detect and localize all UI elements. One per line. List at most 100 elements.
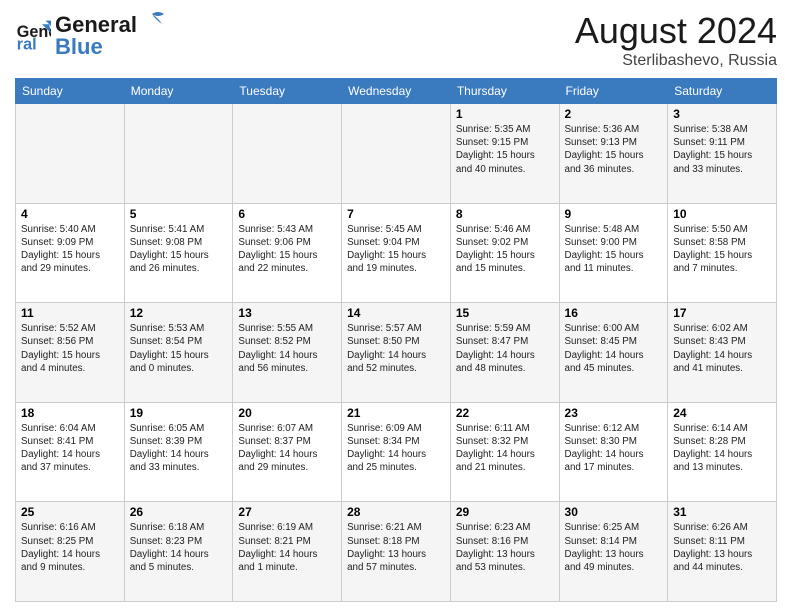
week-row-2: 4 Sunrise: 5:40 AM Sunset: 9:09 PM Daylig… <box>16 203 777 303</box>
day-cell: 27 Sunrise: 6:19 AM Sunset: 8:21 PM Dayli… <box>233 502 342 602</box>
day-cell: 24 Sunrise: 6:14 AM Sunset: 8:28 PM Dayli… <box>668 402 777 502</box>
col-friday: Friday <box>559 79 668 104</box>
logo: Gene ral General Blue <box>15 10 167 60</box>
day-number: 11 <box>21 306 119 320</box>
day-number: 16 <box>565 306 663 320</box>
day-number: 22 <box>456 406 554 420</box>
day-cell: 2 Sunrise: 5:36 AM Sunset: 9:13 PM Daylig… <box>559 104 668 204</box>
day-cell: 25Sunrise: 6:16 AM Sunset: 8:25 PM Dayli… <box>16 502 125 602</box>
day-info: Sunrise: 6:07 AM Sunset: 8:37 PM Dayligh… <box>238 422 336 475</box>
day-number: 9 <box>565 207 663 221</box>
day-number: 12 <box>130 306 228 320</box>
week-row-4: 18 Sunrise: 6:04 AM Sunset: 8:41 PM Dayli… <box>16 402 777 502</box>
day-cell <box>233 104 342 204</box>
day-cell: 6 Sunrise: 5:43 AM Sunset: 9:06 PM Daylig… <box>233 203 342 303</box>
day-number: 13 <box>238 306 336 320</box>
day-number: 19 <box>130 406 228 420</box>
title-area: August 2024 Sterlibashevo, Russia <box>575 10 777 70</box>
day-number: 8 <box>456 207 554 221</box>
day-cell: 30 Sunrise: 6:25 AM Sunset: 8:14 PM Dayli… <box>559 502 668 602</box>
logo-bird-icon <box>138 10 166 32</box>
day-info: Sunrise: 5:57 AM Sunset: 8:50 PM Dayligh… <box>347 322 445 375</box>
day-cell: 10 Sunrise: 5:50 AM Sunset: 8:58 PM Dayli… <box>668 203 777 303</box>
day-cell: 14 Sunrise: 5:57 AM Sunset: 8:50 PM Dayli… <box>342 303 451 403</box>
header: Gene ral General Blue August 2024 Sterli… <box>15 10 777 70</box>
day-cell: 9 Sunrise: 5:48 AM Sunset: 9:00 PM Daylig… <box>559 203 668 303</box>
day-cell: 19 Sunrise: 6:05 AM Sunset: 8:39 PM Dayli… <box>124 402 233 502</box>
day-info: Sunrise: 6:11 AM Sunset: 8:32 PM Dayligh… <box>456 422 554 475</box>
day-info: Sunrise: 6:16 AM Sunset: 8:25 PM Dayligh… <box>21 521 119 574</box>
day-info: Sunrise: 6:04 AM Sunset: 8:41 PM Dayligh… <box>21 422 119 475</box>
day-cell: 8 Sunrise: 5:46 AM Sunset: 9:02 PM Daylig… <box>450 203 559 303</box>
day-cell: 11 Sunrise: 5:52 AM Sunset: 8:56 PM Dayli… <box>16 303 125 403</box>
day-number: 15 <box>456 306 554 320</box>
day-cell: 20 Sunrise: 6:07 AM Sunset: 8:37 PM Dayli… <box>233 402 342 502</box>
day-info: Sunrise: 5:46 AM Sunset: 9:02 PM Dayligh… <box>456 223 554 276</box>
day-info: Sunrise: 5:43 AM Sunset: 9:06 PM Dayligh… <box>238 223 336 276</box>
day-info: Sunrise: 6:19 AM Sunset: 8:21 PM Dayligh… <box>238 521 336 574</box>
week-row-1: 1 Sunrise: 5:35 AM Sunset: 9:15 PM Daylig… <box>16 104 777 204</box>
day-number: 4 <box>21 207 119 221</box>
calendar-table: Sunday Monday Tuesday Wednesday Thursday… <box>15 78 777 602</box>
day-number: 2 <box>565 107 663 121</box>
day-info: Sunrise: 5:36 AM Sunset: 9:13 PM Dayligh… <box>565 123 663 176</box>
day-info: Sunrise: 6:18 AM Sunset: 8:23 PM Dayligh… <box>130 521 228 574</box>
day-info: Sunrise: 6:14 AM Sunset: 8:28 PM Dayligh… <box>673 422 771 475</box>
day-number: 20 <box>238 406 336 420</box>
title-location: Sterlibashevo, Russia <box>575 52 777 70</box>
day-cell: 31 Sunrise: 6:26 AM Sunset: 8:11 PM Dayli… <box>668 502 777 602</box>
day-number: 1 <box>456 107 554 121</box>
day-cell: 22 Sunrise: 6:11 AM Sunset: 8:32 PM Dayli… <box>450 402 559 502</box>
day-info: Sunrise: 5:48 AM Sunset: 9:00 PM Dayligh… <box>565 223 663 276</box>
day-number: 5 <box>130 207 228 221</box>
day-cell: 5 Sunrise: 5:41 AM Sunset: 9:08 PM Daylig… <box>124 203 233 303</box>
day-number: 26 <box>130 505 228 519</box>
col-thursday: Thursday <box>450 79 559 104</box>
day-cell: 12 Sunrise: 5:53 AM Sunset: 8:54 PM Dayli… <box>124 303 233 403</box>
day-info: Sunrise: 5:45 AM Sunset: 9:04 PM Dayligh… <box>347 223 445 276</box>
col-sunday: Sunday <box>16 79 125 104</box>
day-number: 14 <box>347 306 445 320</box>
day-cell: 18 Sunrise: 6:04 AM Sunset: 8:41 PM Dayli… <box>16 402 125 502</box>
day-info: Sunrise: 5:50 AM Sunset: 8:58 PM Dayligh… <box>673 223 771 276</box>
day-cell: 13 Sunrise: 5:55 AM Sunset: 8:52 PM Dayli… <box>233 303 342 403</box>
day-number: 30 <box>565 505 663 519</box>
day-cell: 17 Sunrise: 6:02 AM Sunset: 8:43 PM Dayli… <box>668 303 777 403</box>
day-cell <box>342 104 451 204</box>
day-number: 31 <box>673 505 771 519</box>
day-number: 6 <box>238 207 336 221</box>
day-info: Sunrise: 5:40 AM Sunset: 9:09 PM Dayligh… <box>21 223 119 276</box>
day-cell: 16Sunrise: 6:00 AM Sunset: 8:45 PM Dayli… <box>559 303 668 403</box>
day-info: Sunrise: 5:41 AM Sunset: 9:08 PM Dayligh… <box>130 223 228 276</box>
day-info: Sunrise: 6:12 AM Sunset: 8:30 PM Dayligh… <box>565 422 663 475</box>
day-number: 28 <box>347 505 445 519</box>
col-saturday: Saturday <box>668 79 777 104</box>
day-number: 17 <box>673 306 771 320</box>
day-cell <box>124 104 233 204</box>
col-wednesday: Wednesday <box>342 79 451 104</box>
day-number: 10 <box>673 207 771 221</box>
day-info: Sunrise: 5:59 AM Sunset: 8:47 PM Dayligh… <box>456 322 554 375</box>
day-number: 24 <box>673 406 771 420</box>
day-info: Sunrise: 5:52 AM Sunset: 8:56 PM Dayligh… <box>21 322 119 375</box>
day-info: Sunrise: 6:26 AM Sunset: 8:11 PM Dayligh… <box>673 521 771 574</box>
day-info: Sunrise: 6:25 AM Sunset: 8:14 PM Dayligh… <box>565 521 663 574</box>
day-cell: 28Sunrise: 6:21 AM Sunset: 8:18 PM Dayli… <box>342 502 451 602</box>
col-tuesday: Tuesday <box>233 79 342 104</box>
day-info: Sunrise: 5:53 AM Sunset: 8:54 PM Dayligh… <box>130 322 228 375</box>
day-cell <box>16 104 125 204</box>
day-number: 18 <box>21 406 119 420</box>
day-cell: 4 Sunrise: 5:40 AM Sunset: 9:09 PM Daylig… <box>16 203 125 303</box>
day-info: Sunrise: 6:02 AM Sunset: 8:43 PM Dayligh… <box>673 322 771 375</box>
day-cell: 23Sunrise: 6:12 AM Sunset: 8:30 PM Dayli… <box>559 402 668 502</box>
day-cell: 15 Sunrise: 5:59 AM Sunset: 8:47 PM Dayli… <box>450 303 559 403</box>
day-number: 27 <box>238 505 336 519</box>
day-info: Sunrise: 5:55 AM Sunset: 8:52 PM Dayligh… <box>238 322 336 375</box>
col-monday: Monday <box>124 79 233 104</box>
day-info: Sunrise: 6:05 AM Sunset: 8:39 PM Dayligh… <box>130 422 228 475</box>
day-info: Sunrise: 5:35 AM Sunset: 9:15 PM Dayligh… <box>456 123 554 176</box>
page: Gene ral General Blue August 2024 Sterli… <box>0 0 792 612</box>
day-cell: 26 Sunrise: 6:18 AM Sunset: 8:23 PM Dayli… <box>124 502 233 602</box>
title-month: August 2024 <box>575 10 777 52</box>
day-cell: 7Sunrise: 5:45 AM Sunset: 9:04 PM Daylig… <box>342 203 451 303</box>
